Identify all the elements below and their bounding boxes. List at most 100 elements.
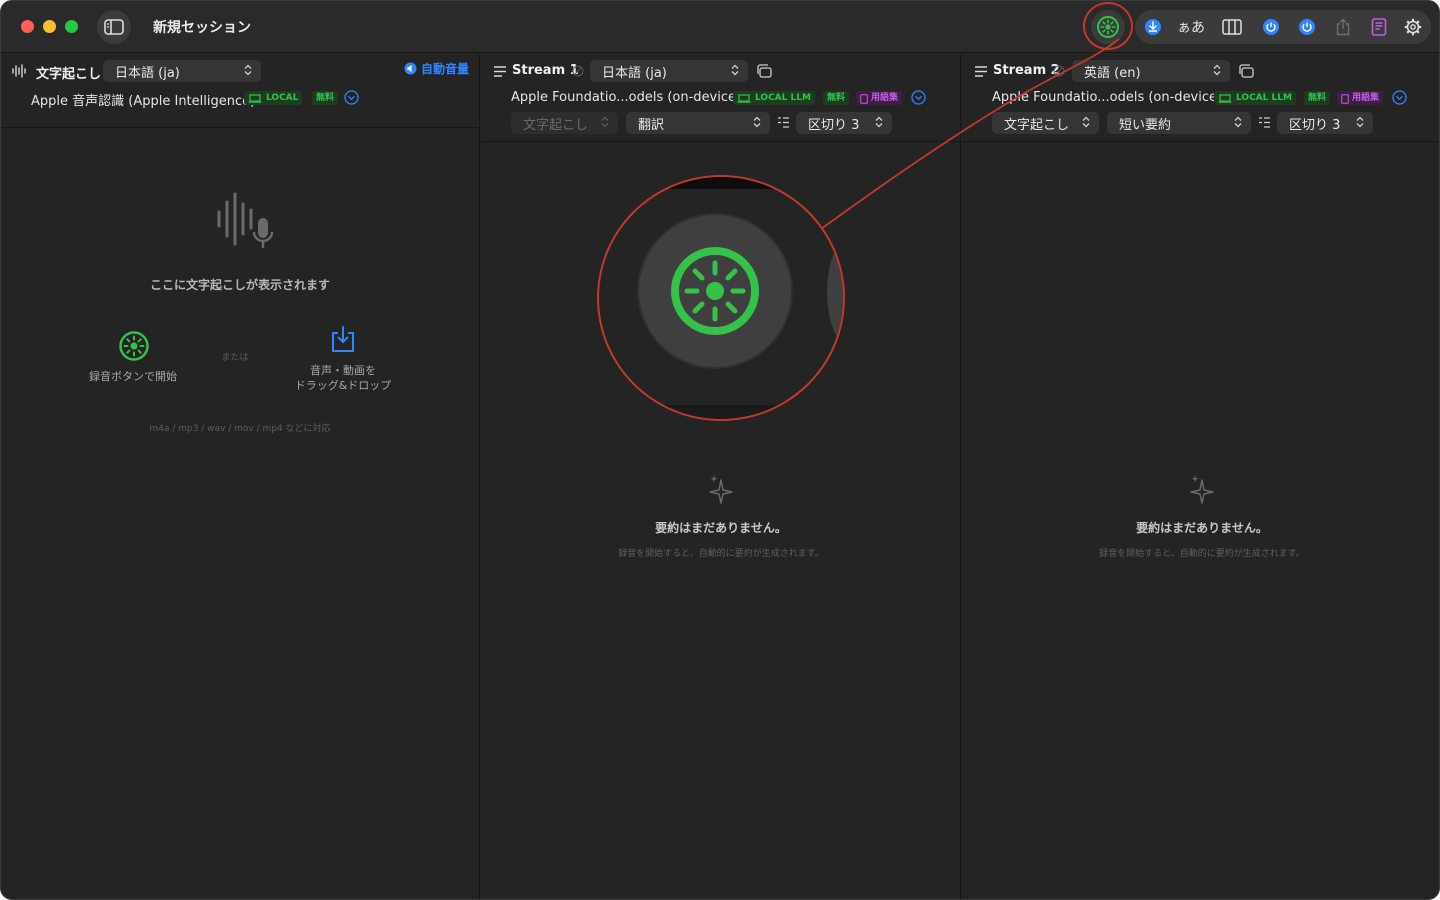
record-hint: 録音ボタンで開始 bbox=[89, 370, 177, 383]
chevron-down-circle-icon[interactable] bbox=[911, 90, 926, 105]
stream-2-source-value: 文字起こし bbox=[1004, 118, 1070, 133]
stream-2-language-value: 英語 (en) bbox=[1084, 66, 1141, 81]
copy-icon[interactable] bbox=[756, 64, 772, 78]
import-icon[interactable] bbox=[330, 325, 356, 353]
stream-2-source-select[interactable]: 文字起こし bbox=[992, 112, 1099, 134]
free-badge: 無料 bbox=[1304, 91, 1331, 105]
copy-icon[interactable] bbox=[1238, 64, 1254, 78]
title-bar: 新規セッション ぁあ bbox=[1, 1, 1439, 53]
book-icon bbox=[1371, 18, 1387, 36]
transcription-language-value: 日本語 (ja) bbox=[115, 66, 180, 81]
transcription-panel: 文字起こし 日本語 (ja) 自動音量 Apple 音声認識 (Apple In… bbox=[1, 54, 480, 899]
stream-2-segment-select[interactable]: 区切り 3 bbox=[1277, 112, 1373, 134]
list-icon bbox=[975, 66, 987, 77]
stream-2-language-select[interactable]: 英語 (en) bbox=[1072, 60, 1230, 82]
stream-1-segment-value: 区切り 3 bbox=[808, 118, 860, 133]
stream-2-empty-title: 要約はまだありません。 bbox=[1136, 521, 1268, 535]
stream-1-empty-sub: 録音を開始すると、自動的に要約が生成されます。 bbox=[618, 549, 824, 559]
transcription-language-select[interactable]: 日本語 (ja) bbox=[103, 60, 261, 82]
magnifier-bar bbox=[599, 405, 843, 419]
transcription-engine: Apple 音声認識 (Apple Intelligence) bbox=[31, 94, 256, 109]
sparkle-icon bbox=[1190, 475, 1214, 504]
segment-icon bbox=[1259, 117, 1270, 128]
stream-1-empty-title: 要約はまだありません。 bbox=[655, 521, 787, 535]
stream-2-mode-select[interactable]: 短い要約 bbox=[1107, 112, 1251, 134]
annotation-circle bbox=[1083, 2, 1133, 50]
local-badge-label: LOCAL bbox=[266, 93, 299, 103]
book-icon bbox=[1341, 93, 1349, 104]
segment-icon bbox=[778, 117, 789, 128]
sparkle-icon bbox=[709, 475, 733, 504]
local-llm-label: LOCAL LLM bbox=[755, 93, 811, 103]
header-divider bbox=[481, 141, 960, 142]
chevron-updown-icon bbox=[753, 116, 761, 128]
stream-2-segment-value: 区切り 3 bbox=[1289, 118, 1341, 133]
magnified-toolbar-edge bbox=[827, 227, 843, 357]
gear-icon bbox=[1404, 18, 1422, 36]
waveform-icon bbox=[12, 64, 26, 78]
stream-1-language-select[interactable]: 日本語 (ja) bbox=[590, 60, 748, 82]
drop-hint-line2: ドラッグ&ドロップ bbox=[294, 379, 392, 392]
chevron-updown-icon bbox=[1356, 116, 1364, 128]
empty-state-title: ここに文字起こしが表示されます bbox=[149, 278, 331, 292]
glossary-button[interactable] bbox=[1371, 18, 1387, 36]
auto-volume-label: 自動音量 bbox=[421, 62, 470, 76]
speaker-icon bbox=[404, 62, 417, 75]
stream-1-mode-select[interactable]: 翻訳 bbox=[626, 112, 770, 134]
glossary-badge: 用語集 bbox=[856, 91, 903, 105]
transcription-header-label: 文字起こし bbox=[36, 67, 102, 82]
app-window: 新規セッション ぁあ 文字起こし 日本語 (ja) 自動音量 Apple 音声認… bbox=[0, 0, 1440, 900]
glossary-label: 用語集 bbox=[871, 93, 899, 103]
list-icon bbox=[494, 66, 506, 77]
stream-1-source-select[interactable]: 文字起こし bbox=[511, 112, 618, 134]
local-llm-label: LOCAL LLM bbox=[1236, 93, 1292, 103]
maximize-window-button[interactable] bbox=[65, 20, 78, 33]
chevron-updown-icon bbox=[1082, 116, 1090, 128]
share-button[interactable] bbox=[1335, 18, 1351, 36]
header-divider bbox=[962, 141, 1439, 142]
drop-hint-line1: 音声・動画を bbox=[310, 364, 376, 377]
laptop-icon bbox=[1218, 94, 1232, 103]
magnifier-bar bbox=[599, 177, 843, 189]
sidebar-toggle-button[interactable] bbox=[97, 10, 131, 44]
chevron-updown-icon bbox=[875, 116, 883, 128]
disabled-icon bbox=[1053, 65, 1065, 77]
local-llm-badge: LOCAL LLM bbox=[733, 91, 815, 105]
power-button-2[interactable] bbox=[1298, 18, 1316, 36]
chevron-updown-icon bbox=[731, 64, 739, 76]
power-icon bbox=[1299, 19, 1315, 35]
record-icon bbox=[671, 247, 759, 335]
download-button[interactable] bbox=[1144, 18, 1162, 36]
free-badge: 無料 bbox=[312, 91, 339, 105]
power-button-1[interactable] bbox=[1262, 18, 1280, 36]
disabled-icon bbox=[572, 65, 584, 77]
supported-formats: m4a / mp3 / wav / mov / mp4 などに対応 bbox=[149, 424, 331, 434]
stream-1-segment-select[interactable]: 区切り 3 bbox=[796, 112, 892, 134]
toolbar: ぁあ bbox=[1135, 10, 1431, 44]
chevron-updown-icon bbox=[1234, 116, 1242, 128]
window-title: 新規セッション bbox=[153, 20, 251, 36]
stream-2-title: Stream 2 bbox=[993, 63, 1060, 78]
stream-1-title: Stream 1 bbox=[512, 63, 579, 78]
chevron-down-circle-icon[interactable] bbox=[1392, 90, 1407, 105]
columns-button[interactable] bbox=[1222, 19, 1242, 35]
chevron-updown-icon bbox=[601, 116, 609, 128]
stream-1-mode-value: 翻訳 bbox=[638, 118, 665, 133]
settings-button[interactable] bbox=[1404, 18, 1422, 36]
free-badge: 無料 bbox=[823, 91, 850, 105]
glossary-badge: 用語集 bbox=[1337, 91, 1384, 105]
header-divider bbox=[1, 127, 479, 128]
chevron-updown-icon bbox=[244, 64, 252, 76]
chevron-down-circle-icon[interactable] bbox=[344, 90, 359, 105]
sidebar-icon bbox=[104, 19, 124, 35]
glossary-label: 用語集 bbox=[1352, 93, 1380, 103]
laptop-icon bbox=[737, 94, 751, 103]
font-button[interactable]: ぁあ bbox=[1177, 17, 1205, 37]
minimize-window-button[interactable] bbox=[43, 20, 56, 33]
auto-volume-toggle[interactable]: 自動音量 bbox=[404, 60, 469, 77]
download-icon bbox=[1145, 19, 1161, 35]
stream-2-empty-sub: 録音を開始すると、自動的に要約が生成されます。 bbox=[1099, 549, 1305, 559]
close-window-button[interactable] bbox=[21, 20, 34, 33]
columns-icon bbox=[1222, 19, 1242, 35]
record-icon[interactable] bbox=[118, 330, 150, 362]
